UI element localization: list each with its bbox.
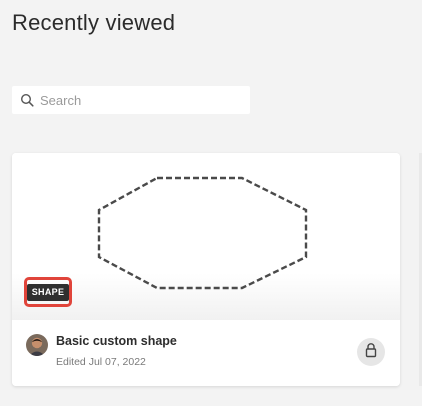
lock-button[interactable] bbox=[357, 338, 385, 366]
search-box[interactable] bbox=[12, 86, 250, 114]
page-title: Recently viewed bbox=[12, 10, 176, 35]
card-edited-date: Edited Jul 07, 2022 bbox=[56, 356, 146, 368]
recent-item-card[interactable]: SHAPE Basic custom shape Edited Jul 07, … bbox=[12, 153, 400, 386]
card-title[interactable]: Basic custom shape bbox=[56, 334, 177, 348]
card-footer: Basic custom shape Edited Jul 07, 2022 bbox=[12, 320, 400, 386]
search-input[interactable] bbox=[40, 92, 240, 108]
lock-icon bbox=[364, 342, 378, 363]
search-icon bbox=[20, 93, 34, 107]
card-thumbnail[interactable]: SHAPE bbox=[12, 153, 400, 320]
avatar bbox=[26, 334, 48, 356]
badge-highlight: SHAPE bbox=[24, 277, 72, 307]
type-badge: SHAPE bbox=[26, 283, 70, 301]
